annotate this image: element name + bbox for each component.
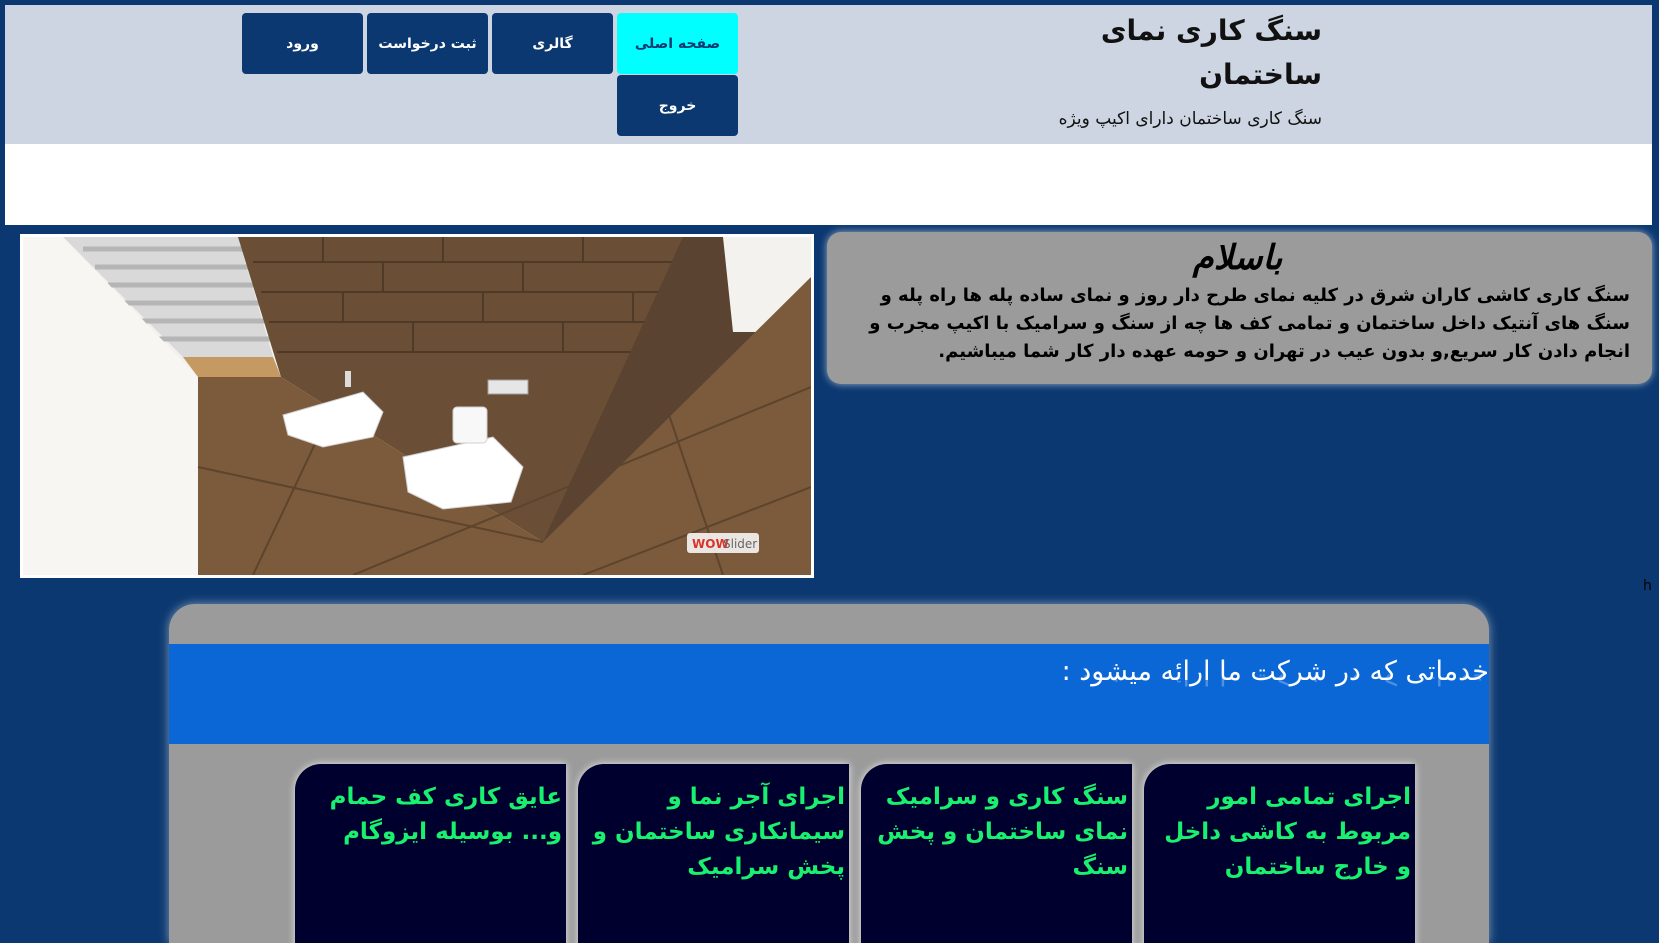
site-header: سنگ کاری نمای ساختمان سنگ کاری ساختمان د… — [5, 5, 1652, 144]
wowslider-watermark: WOW Slider — [687, 533, 759, 553]
service-card-text: سنگ کاری و سرامیک نمای ساختمان و پخش سنگ — [877, 784, 1128, 880]
flush-plate — [487, 379, 529, 395]
nav-home-button[interactable]: صفحه اصلی — [617, 13, 738, 74]
service-card-text: اجرای تمامی امور مربوط به کاشی داخل و خا… — [1164, 784, 1411, 880]
services-heading-band: خدماتی که در شرکت ما ارائه میشود : خدمات… — [169, 644, 1489, 744]
image-slider[interactable]: WOW Slider — [20, 234, 814, 578]
welcome-panel: باسلام سنگ کاری کاشی کاران شرق در کلیه ن… — [827, 232, 1652, 384]
nav-login-button[interactable]: ورود — [242, 13, 363, 74]
service-card: اجرای تمامی امور مربوط به کاشی داخل و خا… — [1144, 764, 1415, 943]
service-card-text: عایق کاری کف حمام و... بوسیله ایزوگام — [329, 784, 562, 845]
service-card: سنگ کاری و سرامیک نمای ساختمان و پخش سنگ — [861, 764, 1132, 943]
site-subtitle: سنگ کاری ساختمان دارای اکیپ ویژه — [1058, 109, 1322, 129]
service-card: اجرای آجر نما و سیمانکاری ساختمان و پخش … — [578, 764, 849, 943]
nav-register-request-button[interactable]: ثبت درخواست — [367, 13, 488, 74]
bathroom-slide-image: WOW Slider — [23, 237, 811, 575]
service-card: عایق کاری کف حمام و... بوسیله ایزوگام — [295, 764, 566, 943]
nav-gallery-button[interactable]: گالری — [492, 13, 613, 74]
services-section: خدماتی که در شرکت ما ارائه میشود : خدمات… — [169, 604, 1489, 943]
site-title: سنگ کاری نمای ساختمان — [1100, 14, 1322, 91]
service-card-text: اجرای آجر نما و سیمانکاری ساختمان و پخش … — [592, 784, 845, 880]
stray-text: h — [1643, 578, 1652, 594]
welcome-body: سنگ کاری کاشی کاران شرق در کلیه نمای طرح… — [869, 285, 1630, 362]
header-white-band — [5, 144, 1652, 225]
nav-logout-button[interactable]: خروج — [617, 75, 738, 136]
welcome-title: باسلام — [1192, 238, 1283, 278]
watermark-slider: Slider — [723, 537, 757, 551]
